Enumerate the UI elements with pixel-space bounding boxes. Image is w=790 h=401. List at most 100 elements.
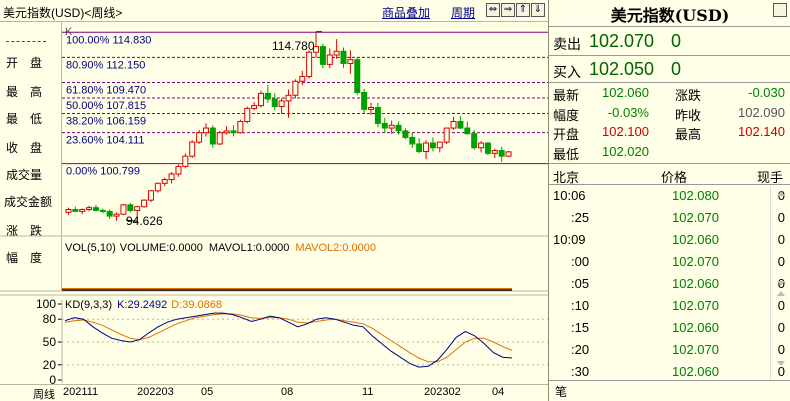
stat-value: 102.100 xyxy=(602,124,649,139)
candle-body xyxy=(416,143,423,152)
tick-time: :00 xyxy=(571,254,590,269)
candle-body xyxy=(196,132,203,143)
divider xyxy=(549,184,790,185)
tick-row: :05102.0600 xyxy=(549,275,785,295)
stat-value: 102.140 xyxy=(738,124,785,139)
scroll-down-icon[interactable] xyxy=(777,281,785,286)
tick-price: 102.060 xyxy=(672,364,719,379)
candle-body xyxy=(65,209,72,213)
kd-ytick: 0 xyxy=(49,373,56,384)
kline-chart[interactable]: K 100.00% 114.83080.90% 112.15061.80% 10… xyxy=(0,22,548,384)
candle-body xyxy=(189,141,196,157)
kd-ytick: 20 xyxy=(43,358,57,372)
tick-price: 102.060 xyxy=(672,232,719,247)
scroll-up-icon[interactable] xyxy=(777,191,785,196)
arrow-down-icon[interactable]: ⇓ xyxy=(531,3,545,17)
x-tick: 11 xyxy=(362,386,374,398)
kd-ytick: 100 xyxy=(36,297,56,311)
candle-body xyxy=(429,142,436,149)
stat-label: 涨跌 xyxy=(675,88,702,103)
candle-body xyxy=(285,94,292,102)
period-link[interactable]: 周期 xyxy=(451,4,475,21)
tick-price: 102.070 xyxy=(672,342,719,357)
tick-time: :15 xyxy=(571,320,590,335)
candle-body xyxy=(478,142,485,149)
candle-body xyxy=(79,209,86,212)
candle-body xyxy=(106,210,113,217)
candle-body xyxy=(354,59,361,93)
tick-time: :20 xyxy=(571,342,590,357)
candle-body xyxy=(264,92,271,100)
candle-body xyxy=(72,209,79,212)
arrow-up-icon[interactable]: ⇑ xyxy=(516,3,530,17)
overlay-commodity-link[interactable]: 商品叠加 xyxy=(382,4,430,21)
stat-value: -0.03% xyxy=(607,104,649,120)
scrollbar-arrows xyxy=(777,191,785,366)
tick-row: 10:06102.0800 xyxy=(549,187,785,207)
candle-body xyxy=(147,190,154,201)
tick-row: :20 102.070 0 xyxy=(549,341,785,361)
candle-body xyxy=(223,130,230,134)
candle-body xyxy=(161,179,168,184)
candle-body xyxy=(257,92,264,107)
scroll-up-icon[interactable] xyxy=(777,291,785,296)
fib-label: 38.20% 106.159 xyxy=(66,115,146,127)
candle-body xyxy=(113,213,120,217)
candle-body xyxy=(216,132,223,145)
candle-body xyxy=(86,207,93,211)
expand-horizontal-icon[interactable]: ⇔ xyxy=(486,3,500,17)
tick-time: :10 xyxy=(571,298,590,313)
panel-toggle-icon[interactable] xyxy=(773,3,787,17)
tab-trades[interactable]: 笔 xyxy=(555,383,567,400)
candle-body xyxy=(361,91,368,110)
x-tick: 202203 xyxy=(137,386,174,398)
kd-ytick: 80 xyxy=(43,312,57,326)
tick-row: :00 102.070 0 xyxy=(549,253,785,273)
instrument-title: 美元指数(USD) xyxy=(610,6,730,25)
candle-body xyxy=(333,50,340,56)
price-annotations: 114.780 94.626 xyxy=(125,31,322,228)
candle-body xyxy=(182,155,189,167)
tick-row: 10:09 102.060 0 xyxy=(549,231,785,251)
candle-body xyxy=(92,207,99,211)
x-tick: 202111 xyxy=(63,386,99,398)
candle-body xyxy=(464,127,471,135)
sell-volume: 0 xyxy=(671,31,682,51)
tick-price: 102.070 xyxy=(672,298,719,313)
kd-title: KD(9,3,3) K:29.2492 D:39.0868 xyxy=(65,299,222,311)
tick-row: :25 102.070 0 xyxy=(549,209,785,229)
arrow-right-icon[interactable]: ⇒ xyxy=(501,3,515,17)
stats-row: 开盘 102.100 最高 102.140 xyxy=(549,123,790,142)
candle-body xyxy=(141,199,148,208)
tick-price: 102.080 xyxy=(672,188,719,203)
tick-time: 10:06 xyxy=(553,188,586,203)
candle-body xyxy=(381,122,388,129)
stat-value: 102.020 xyxy=(602,143,649,159)
candle-body xyxy=(326,54,333,65)
tick-price: 102.060 xyxy=(672,276,719,291)
candle-body xyxy=(278,100,285,108)
tick-time: :25 xyxy=(571,210,590,225)
stat-value: 102.090 xyxy=(738,104,785,120)
fib-label: 50.00% 107.815 xyxy=(66,100,146,112)
chart-toolbar: 美元指数(USD)<周线> 商品叠加 周期 ⇔ ⇒ ⇑ ⇓ xyxy=(0,0,548,22)
tick-time: 10:09 xyxy=(553,232,586,247)
candle-body xyxy=(175,165,182,175)
kd-d-line xyxy=(64,313,513,363)
candle-body xyxy=(244,107,251,123)
stat-label: 最高 xyxy=(675,127,702,142)
x-tick: 05 xyxy=(201,386,214,398)
scroll-down-icon[interactable] xyxy=(777,361,785,366)
period-label[interactable]: 周线 xyxy=(33,386,55,401)
candle-body xyxy=(505,151,512,157)
divider xyxy=(549,380,790,381)
kd-ytick: 50 xyxy=(43,335,57,349)
tick-price: 102.060 xyxy=(672,320,719,335)
quote-panel: 美元指数(USD) 卖出 102.070 0 买入 102.050 0 最新 10… xyxy=(548,0,790,401)
fib-label: 23.60% 104.111 xyxy=(66,135,145,147)
buy-volume: 0 xyxy=(671,59,682,79)
candle-body xyxy=(423,142,430,152)
window-title: 美元指数(USD)<周线> xyxy=(3,6,123,20)
x-tick: 08 xyxy=(281,386,294,398)
tick-list-scrollbar[interactable] xyxy=(770,186,790,380)
